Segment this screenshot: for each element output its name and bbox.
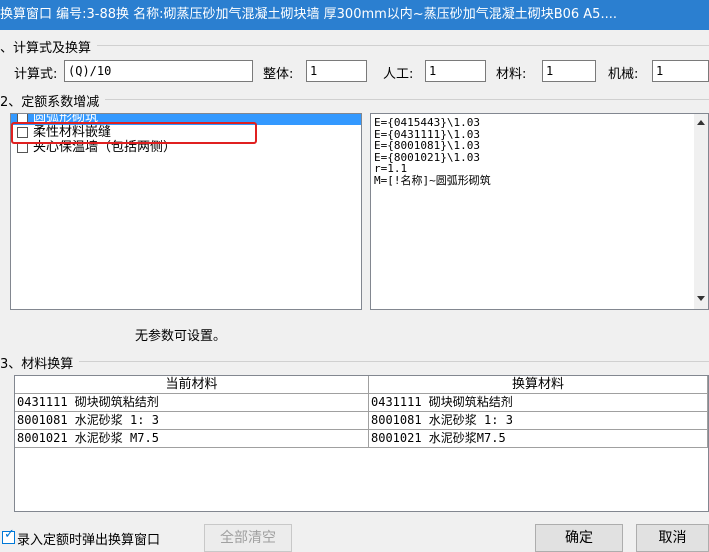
- labor-label: 人工:: [383, 67, 414, 82]
- table-cell[interactable]: 8001021 水泥砂浆 M7.5: [15, 430, 369, 448]
- table-header-current[interactable]: 当前材料: [15, 376, 369, 394]
- section3-label: 3、材料换算: [0, 353, 80, 372]
- labor-input[interactable]: 1: [425, 60, 486, 82]
- formula-line: M=[!名称]~圆弧形砌筑: [374, 173, 491, 187]
- formula-text-area[interactable]: E={0415443}\1.03 E={0431111}\1.03 E={800…: [370, 113, 709, 310]
- table-cell[interactable]: 8001021 水泥砂浆M7.5: [369, 430, 708, 448]
- table-cell[interactable]: 8001081 水泥砂浆 1: 3: [369, 412, 708, 430]
- ok-button[interactable]: 确定: [535, 524, 623, 552]
- formula-line: E={0415443}\1.03: [374, 116, 480, 129]
- cancel-button[interactable]: 取消: [636, 524, 709, 552]
- no-param-text: 无参数可设置。: [135, 329, 227, 344]
- material-label: 材料:: [496, 67, 527, 82]
- section3-divider: [8, 361, 709, 362]
- material-table: 当前材料 换算材料 0431111 砌块砌筑粘结剂 0431111 砌块砌筑粘结…: [14, 375, 709, 512]
- section1-divider: [8, 45, 709, 46]
- calc-formula-input[interactable]: (Q)/10: [64, 60, 253, 82]
- window-title-bar: 换算窗口 编号:3-88换 名称:砌蒸压砂加气混凝土砌块墙 厚300mm以内~蒸…: [0, 0, 709, 30]
- section2-label: 2、定额系数增减: [0, 91, 106, 110]
- material-input[interactable]: 1: [542, 60, 596, 82]
- popup-checkbox-label[interactable]: 录入定额时弹出换算窗口: [17, 529, 160, 548]
- machine-label: 机械:: [608, 67, 639, 82]
- formula-line: r=1.1: [374, 162, 408, 175]
- window-title: 换算窗口 编号:3-88换 名称:砌蒸压砂加气混凝土砌块墙 厚300mm以内~蒸…: [0, 7, 617, 22]
- clear-all-button[interactable]: 全部清空: [204, 524, 292, 552]
- scroll-up-arrow-icon[interactable]: [697, 120, 705, 125]
- check-icon: ✓: [4, 527, 15, 542]
- table-cell[interactable]: 0431111 砌块砌筑粘结剂: [369, 394, 708, 412]
- popup-checkbox[interactable]: ✓: [2, 527, 15, 544]
- formula-line: E={8001021}\1.03: [374, 150, 480, 164]
- machine-input[interactable]: 1: [652, 60, 709, 82]
- table-cell[interactable]: 8001081 水泥砂浆 1: 3: [15, 412, 369, 430]
- table-cell[interactable]: 0431111 砌块砌筑粘结剂: [15, 394, 369, 412]
- whole-label: 整体:: [263, 67, 294, 82]
- formula-line: E={8001081}\1.03: [374, 139, 480, 152]
- whole-input[interactable]: 1: [306, 60, 367, 82]
- table-header-replace[interactable]: 换算材料: [369, 376, 708, 394]
- formula-scrollbar[interactable]: [694, 114, 708, 309]
- section1-label: 、计算式及换算: [0, 37, 98, 56]
- scroll-down-arrow-icon[interactable]: [697, 296, 705, 301]
- section2-divider: [8, 99, 709, 100]
- calc-formula-label: 计算式:: [14, 67, 58, 82]
- highlight-box: [11, 122, 257, 144]
